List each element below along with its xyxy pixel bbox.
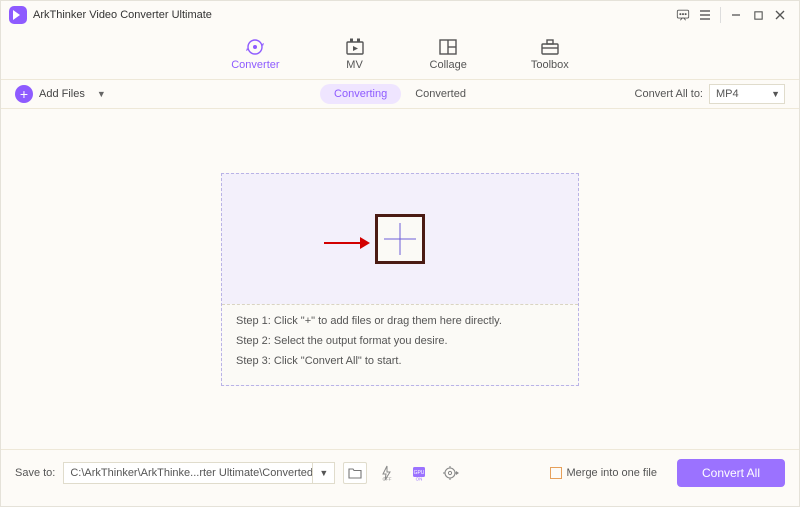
app-title: ArkThinker Video Converter Ultimate — [33, 9, 212, 21]
main-area: Step 1: Click "+" to add files or drag t… — [1, 109, 799, 449]
tab-label: Converter — [231, 59, 279, 71]
drop-zone[interactable]: Step 1: Click "+" to add files or drag t… — [221, 173, 579, 386]
svg-text:ON: ON — [416, 476, 423, 481]
drop-top — [222, 174, 578, 304]
convert-all-to-label: Convert All to: — [635, 88, 703, 100]
checkbox-icon — [550, 467, 562, 479]
svg-text:OFF: OFF — [383, 476, 392, 481]
hardware-accel-button[interactable]: OFF — [375, 462, 399, 484]
format-value: MP4 — [716, 88, 739, 100]
step-2: Step 2: Select the output format you des… — [236, 335, 564, 347]
app-logo-icon — [9, 6, 27, 24]
toolbox-icon — [539, 37, 561, 57]
open-folder-button[interactable] — [343, 462, 367, 484]
chevron-down-icon: ▼ — [97, 89, 106, 99]
chevron-down-icon[interactable]: ▼ — [312, 463, 334, 483]
main-tabs: Converter MV Collage Toolbox — [1, 29, 799, 79]
add-files-button[interactable]: + Add Files ▼ — [15, 85, 106, 103]
tab-label: Collage — [430, 59, 467, 71]
settings-button[interactable] — [439, 462, 463, 484]
merge-label: Merge into one file — [567, 467, 658, 479]
menu-icon[interactable] — [694, 4, 716, 26]
tab-label: Toolbox — [531, 59, 569, 71]
annotation-arrow — [324, 237, 370, 249]
tab-converted[interactable]: Converted — [401, 84, 480, 104]
titlebar: ArkThinker Video Converter Ultimate — [1, 1, 799, 29]
mv-icon — [344, 37, 366, 57]
footer: Save to: C:\ArkThinker\ArkThinke...rter … — [1, 449, 799, 495]
converter-icon — [244, 37, 266, 57]
toolbar: + Add Files ▼ Converting Converted Conve… — [1, 79, 799, 109]
tab-label: MV — [346, 59, 363, 71]
save-path-value: C:\ArkThinker\ArkThinke...rter Ultimate\… — [64, 467, 312, 479]
output-format-select[interactable]: MP4 ▼ — [709, 84, 785, 104]
convert-all-button[interactable]: Convert All — [677, 459, 785, 487]
step-3: Step 3: Click "Convert All" to start. — [236, 355, 564, 367]
step-1: Step 1: Click "+" to add files or drag t… — [236, 315, 564, 327]
add-file-plus-button[interactable] — [375, 214, 425, 264]
save-to-label: Save to: — [15, 467, 55, 479]
feedback-icon[interactable] — [672, 4, 694, 26]
tab-mv[interactable]: MV — [344, 37, 366, 71]
gpu-accel-button[interactable]: GPUON — [407, 462, 431, 484]
add-files-label: Add Files — [39, 88, 85, 100]
tab-converter[interactable]: Converter — [231, 37, 279, 71]
state-switch: Converting Converted — [320, 84, 480, 104]
divider — [720, 7, 721, 23]
instruction-steps: Step 1: Click "+" to add files or drag t… — [222, 304, 578, 385]
minimize-button[interactable] — [725, 4, 747, 26]
close-button[interactable] — [769, 4, 791, 26]
collage-icon — [437, 37, 459, 57]
plus-icon: + — [15, 85, 33, 103]
chevron-down-icon: ▼ — [771, 89, 780, 99]
tab-converting[interactable]: Converting — [320, 84, 401, 104]
maximize-button[interactable] — [747, 4, 769, 26]
tab-toolbox[interactable]: Toolbox — [531, 37, 569, 71]
merge-checkbox[interactable]: Merge into one file — [550, 467, 658, 479]
save-path-select[interactable]: C:\ArkThinker\ArkThinke...rter Ultimate\… — [63, 462, 335, 484]
svg-text:GPU: GPU — [414, 470, 425, 476]
tab-collage[interactable]: Collage — [430, 37, 467, 71]
